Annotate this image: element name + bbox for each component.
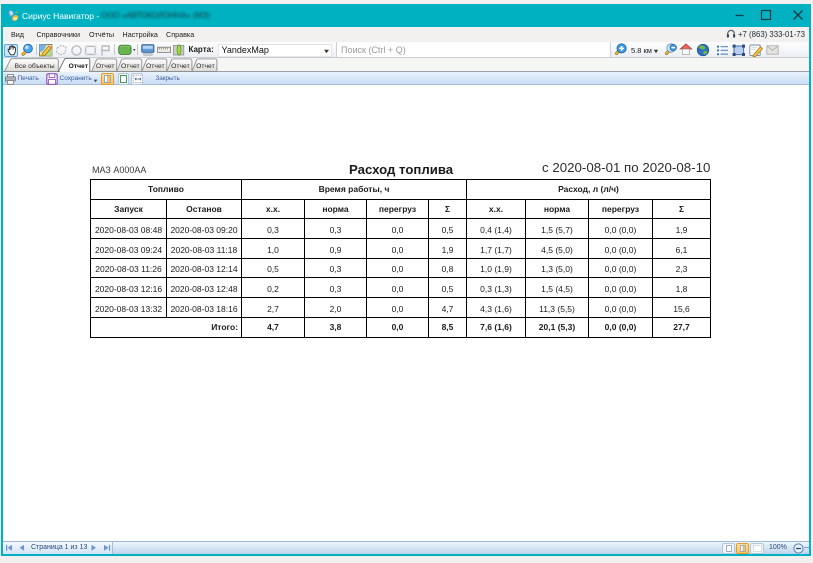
svg-text:Отчет: Отчет	[96, 63, 115, 70]
svg-text:Отчет: Отчет	[121, 63, 140, 70]
svg-text:Отчет: Отчет	[146, 63, 165, 70]
svg-text:Отчет: Отчет	[69, 63, 89, 70]
svg-text:Отчет: Отчет	[196, 63, 215, 70]
svg-text:Все объекты: Все объекты	[15, 62, 55, 70]
svg-text:Отчет: Отчет	[171, 63, 190, 70]
